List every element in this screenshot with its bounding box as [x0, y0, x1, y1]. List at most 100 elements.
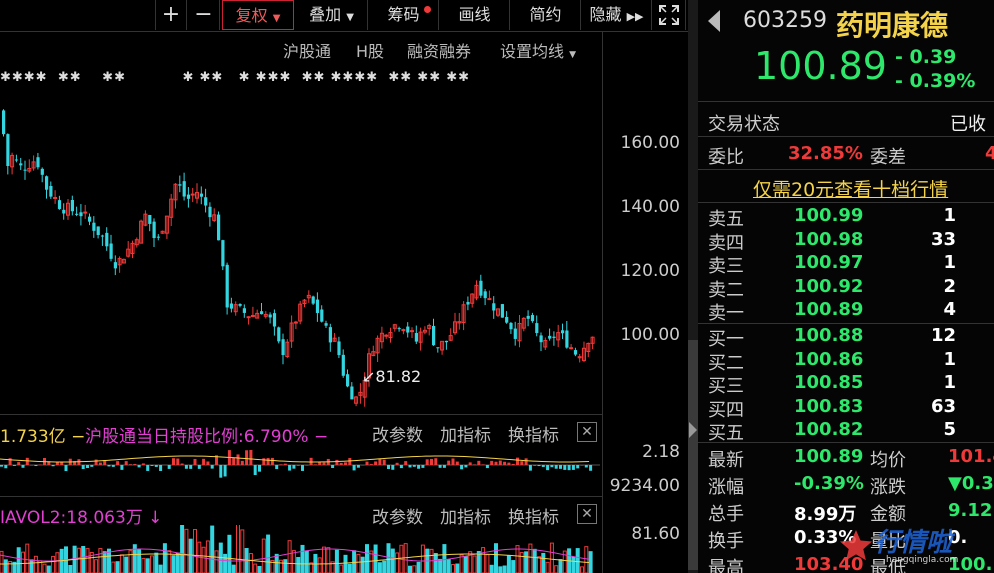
- low-price-label: 81.82: [375, 367, 422, 386]
- event-marker-group[interactable]: ✱ ✱✱✱: [239, 70, 292, 85]
- indicator1-swap-link[interactable]: 换指标: [508, 421, 559, 446]
- bid-label: 买三: [708, 376, 744, 397]
- fullscreen-button[interactable]: [653, 0, 686, 30]
- bid-row[interactable]: 买二 100.86 1: [698, 349, 994, 374]
- volume-bar: [347, 563, 352, 573]
- event-marker-group[interactable]: ✱✱ ✱✱ ✱✱: [388, 70, 470, 85]
- volume-bar: [365, 544, 369, 573]
- huaxian-button[interactable]: 画线: [440, 0, 510, 30]
- candle-body: [19, 163, 23, 166]
- bid-row[interactable]: 买三 100.85 1: [698, 372, 994, 397]
- rzrq-link[interactable]: 融资融券: [407, 38, 471, 62]
- volume-bar: [537, 556, 541, 573]
- hgt-bar: [172, 458, 175, 465]
- bid-row[interactable]: 买一 100.88 12: [698, 325, 994, 350]
- indicator1-close-button[interactable]: ✕: [577, 422, 597, 442]
- star-logo-icon: [840, 530, 872, 561]
- candle-body: [178, 184, 182, 186]
- hgt-bar: [442, 465, 446, 468]
- zoom-out-button[interactable]: −: [188, 0, 220, 30]
- hgt-bar: [494, 461, 498, 465]
- hgt-bar: [404, 461, 408, 465]
- volume-bar: [55, 552, 60, 573]
- event-marker-group[interactable]: ✱✱: [102, 70, 126, 85]
- volume-bar: [16, 547, 21, 573]
- candle-body: [293, 321, 298, 324]
- ask-row[interactable]: 卖三 100.97 1: [698, 252, 994, 277]
- event-marker-group[interactable]: ✱✱✱✱: [0, 70, 48, 85]
- hgt-bar: [90, 465, 94, 467]
- jianjie-button[interactable]: 简约: [511, 0, 581, 30]
- hgt-bar: [94, 459, 98, 465]
- chouma-button[interactable]: 筹码: [369, 0, 439, 30]
- chevron-down-icon: ▼: [569, 50, 577, 60]
- volume-bar: [8, 561, 13, 573]
- hgt-bar: [245, 450, 249, 465]
- volume-bar: [352, 550, 357, 573]
- weibi-value: 32.85%: [788, 143, 863, 164]
- indicator1-chart[interactable]: [0, 445, 600, 497]
- kline-chart[interactable]: [0, 90, 605, 410]
- bid-row[interactable]: 买五 100.82 5: [698, 419, 994, 444]
- candle-body: [109, 243, 113, 259]
- hgt-bar: [460, 465, 464, 470]
- hgt-bar: [498, 460, 502, 465]
- hgt-link[interactable]: 沪股通: [283, 38, 331, 62]
- ask-row[interactable]: 卖五 100.99 1: [698, 205, 994, 230]
- diejia-dropdown[interactable]: 叠加 ▼: [296, 0, 368, 30]
- volume-bar: [128, 550, 133, 573]
- bid-row[interactable]: 买四 100.83 63: [698, 396, 994, 421]
- ask-row[interactable]: 卖四 100.98 33: [698, 229, 994, 254]
- hgt-bar: [546, 465, 550, 471]
- fuquan-dropdown[interactable]: 复权 ▼: [222, 0, 294, 30]
- volume-bar: [459, 554, 464, 573]
- volume-bar: [158, 564, 163, 573]
- event-marker-group[interactable]: ✱ ✱✱: [182, 70, 223, 85]
- ask-list: 卖五 100.99 1 卖四 100.98 33 卖三 100.97 1 卖二 100…: [698, 205, 994, 324]
- yincang-button[interactable]: 隐藏 ▶▶: [582, 0, 652, 30]
- event-marker-group[interactable]: ✱✱: [58, 70, 82, 85]
- hgt-bar: [421, 465, 425, 468]
- vertical-scrollbar[interactable]: [688, 0, 698, 573]
- ask-row[interactable]: 卖二 100.92 2: [698, 276, 994, 301]
- hgt-bar: [86, 465, 89, 469]
- hgt-bar: [382, 459, 386, 465]
- volume-bar: [395, 552, 400, 573]
- volume-bar: [322, 546, 326, 573]
- hgt-bar: [219, 465, 223, 478]
- volume-bar: [343, 554, 348, 573]
- set-ma-dropdown[interactable]: 设置均线 ▼: [500, 38, 576, 62]
- event-marker-group[interactable]: ✱✱ ✱✱✱✱: [302, 70, 379, 85]
- panel-divider: [698, 136, 994, 137]
- level2-promo-link[interactable]: 仅需20元查看十档行情: [753, 175, 948, 202]
- hgt-bar: [356, 465, 360, 468]
- volume-bar: [111, 561, 116, 573]
- candle-body: [260, 311, 264, 315]
- back-arrow-icon[interactable]: [708, 10, 720, 32]
- candle-body: [479, 280, 483, 296]
- ask-row[interactable]: 卖一 100.89 4: [698, 299, 994, 324]
- indicator1-params-link[interactable]: 改参数: [372, 421, 423, 446]
- panel-divider: [698, 323, 994, 324]
- collapse-panel-button[interactable]: [689, 415, 698, 445]
- hgt-bar: [4, 465, 8, 469]
- hgt-bar: [485, 465, 489, 469]
- zoom-in-button[interactable]: +: [155, 0, 187, 30]
- hgt-bar: [301, 465, 304, 471]
- indicator2-close-button[interactable]: ✕: [577, 504, 597, 524]
- volume-bar: [506, 555, 511, 573]
- stat-label: 涨幅: [708, 477, 744, 498]
- candle-body: [238, 304, 242, 306]
- hgt-bar: [150, 465, 154, 466]
- hgt-bar: [176, 458, 180, 465]
- candle-body: [229, 303, 234, 309]
- volume-bar: [571, 556, 576, 573]
- hgu-link[interactable]: H股: [356, 38, 384, 62]
- candle-body: [526, 315, 530, 319]
- hgt-bar: [322, 462, 326, 465]
- scrollbar-thumb[interactable]: [688, 340, 698, 570]
- volume-bar: [201, 546, 206, 573]
- candle-body: [384, 334, 389, 337]
- indicator1-add-link[interactable]: 加指标: [440, 421, 491, 446]
- indicator2-chart[interactable]: [0, 525, 600, 573]
